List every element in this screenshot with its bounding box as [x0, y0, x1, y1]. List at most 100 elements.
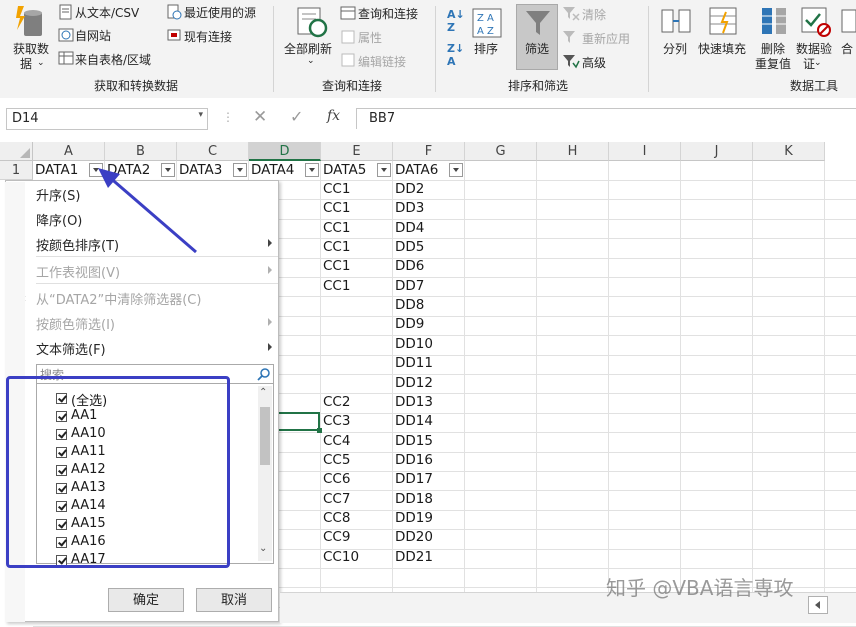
insert-function-icon[interactable]: fx	[327, 108, 340, 124]
get-data-label-2[interactable]: 据	[20, 55, 32, 72]
cell-f[interactable]: DD10	[393, 335, 433, 354]
from-text-csv-button[interactable]: 从文本/CSV	[75, 4, 139, 21]
cell-e[interactable]: CC5	[321, 451, 350, 470]
cell-e[interactable]: CC1	[321, 238, 350, 257]
flash-fill-button[interactable]: 快速填充	[698, 40, 746, 57]
cell-f[interactable]: DD8	[393, 296, 424, 315]
menu-clear-filter[interactable]: 从“DATA2”中清除筛选器(C)	[36, 289, 201, 308]
filter-dropdown-button[interactable]	[377, 163, 391, 177]
existing-connections-button[interactable]: 现有连接	[184, 28, 232, 45]
data-validation-icon[interactable]	[800, 6, 832, 38]
cell-e[interactable]: CC9	[321, 528, 350, 547]
filter-dropdown-button[interactable]	[305, 163, 319, 177]
filter-funnel-icon[interactable]	[524, 8, 552, 38]
column-header-d[interactable]: D	[249, 142, 321, 161]
cancel-button[interactable]: 取消	[196, 588, 272, 612]
remove-duplicates-icon[interactable]	[758, 6, 790, 38]
scroll-up-icon[interactable]: ⌃	[259, 387, 267, 398]
cell-f[interactable]: DD3	[393, 199, 424, 218]
cell-f[interactable]: DD19	[393, 509, 433, 528]
cell-f[interactable]: DD20	[393, 528, 433, 547]
cell-e[interactable]: CC1	[321, 277, 350, 296]
cell-f[interactable]: DD16	[393, 451, 433, 470]
cell-e[interactable]: CC6	[321, 470, 350, 489]
refresh-all-button[interactable]: 全部刷新	[284, 40, 332, 57]
header-cell-1[interactable]: DATA1	[33, 161, 78, 180]
name-box-dropdown-icon[interactable]: ▾	[198, 110, 203, 120]
cell-f[interactable]: DD13	[393, 393, 433, 412]
cell-e[interactable]: CC1	[321, 199, 350, 218]
consolidate-icon[interactable]	[840, 6, 856, 38]
text-to-columns-button[interactable]: 分列	[663, 40, 687, 57]
scroll-down-icon[interactable]: ⌄	[259, 543, 267, 554]
cell-f[interactable]: DD7	[393, 277, 424, 296]
cell-f[interactable]: DD14	[393, 412, 433, 431]
cancel-icon[interactable]: ✕	[253, 107, 267, 127]
menu-sheet-view[interactable]: 工作表视图(V)	[36, 262, 120, 281]
cell-f[interactable]: DD21	[393, 548, 433, 567]
column-header-c[interactable]: C	[177, 142, 249, 161]
queries-connections-button[interactable]: 查询和连接	[358, 5, 418, 22]
sort-button[interactable]: 排序	[474, 40, 498, 57]
header-cell-4[interactable]: DATA4	[249, 161, 294, 180]
cell-e[interactable]: CC10	[321, 548, 359, 567]
column-header-i[interactable]: I	[609, 142, 681, 161]
header-cell-5[interactable]: DATA5	[321, 161, 366, 180]
menu-sort-descending[interactable]: 降序(O)	[36, 210, 82, 229]
cell-e[interactable]: CC1	[321, 180, 350, 199]
header-cell-6[interactable]: DATA6	[393, 161, 438, 180]
advanced-button[interactable]: 高级	[582, 54, 606, 71]
cell-f[interactable]: DD17	[393, 470, 433, 489]
cell-f[interactable]: DD15	[393, 432, 433, 451]
cell-f[interactable]: DD5	[393, 238, 424, 257]
row-header-1[interactable]: 1	[0, 161, 33, 180]
active-cell[interactable]	[278, 412, 320, 431]
chevron-down-icon[interactable]: ⌄	[307, 56, 315, 66]
sort-az-icon[interactable]: A↓ Z	[447, 8, 465, 34]
clear-button[interactable]: 清除	[582, 6, 606, 23]
cell-f[interactable]: DD2	[393, 180, 424, 199]
edit-links-button[interactable]: 编辑链接	[358, 53, 406, 70]
recent-sources-button[interactable]: 最近使用的源	[184, 4, 256, 21]
flash-fill-icon[interactable]	[708, 6, 740, 38]
cell-f[interactable]: DD4	[393, 219, 424, 238]
cell-f[interactable]: DD18	[393, 490, 433, 509]
column-header-h[interactable]: H	[537, 142, 609, 161]
filter-label[interactable]: 筛选	[525, 40, 549, 57]
properties-button[interactable]: 属性	[358, 29, 382, 46]
formula-input[interactable]: BB7	[356, 108, 856, 129]
menu-text-filters[interactable]: 文本筛选(F)	[36, 339, 106, 358]
column-header-f[interactable]: F	[393, 142, 465, 161]
scroll-left-button[interactable]	[808, 596, 828, 614]
column-header-a[interactable]: A	[33, 142, 105, 161]
filter-dropdown-button[interactable]	[233, 163, 247, 177]
cell-e[interactable]: CC1	[321, 219, 350, 238]
cell-e[interactable]: CC3	[321, 412, 350, 431]
ok-button[interactable]: 确定	[108, 588, 184, 612]
column-header-e[interactable]: E	[321, 142, 393, 161]
cell-e[interactable]: CC8	[321, 509, 350, 528]
menu-filter-by-color[interactable]: 按颜色筛选(I)	[36, 314, 115, 333]
name-box[interactable]: D14 ▾	[6, 108, 208, 130]
scrollbar-thumb[interactable]	[260, 407, 270, 465]
cell-f[interactable]: DD9	[393, 315, 424, 334]
menu-sort-ascending[interactable]: 升序(S)	[36, 185, 80, 204]
search-icon[interactable]	[257, 367, 271, 381]
cell-e[interactable]: CC2	[321, 393, 350, 412]
select-all-corner[interactable]	[0, 142, 33, 161]
from-table-button[interactable]: 来自表格/区域	[75, 51, 151, 68]
remove-duplicates-label-2[interactable]: 重复值	[755, 55, 791, 72]
column-header-k[interactable]: K	[753, 142, 825, 161]
fill-handle[interactable]	[317, 428, 322, 433]
chevron-down-icon[interactable]: ⌄	[37, 58, 45, 68]
cell-e[interactable]: CC1	[321, 257, 350, 276]
sort-icon[interactable]: Z A A Z	[472, 8, 502, 38]
filter-dropdown-button[interactable]	[449, 163, 463, 177]
refresh-all-icon[interactable]	[296, 6, 330, 40]
cell-f[interactable]: DD6	[393, 257, 424, 276]
reapply-button[interactable]: 重新应用	[582, 30, 630, 47]
from-web-button[interactable]: 自网站	[75, 27, 111, 44]
enter-icon[interactable]: ✓	[290, 107, 303, 126]
cell-f[interactable]: DD11	[393, 354, 433, 373]
text-to-columns-icon[interactable]	[660, 6, 692, 38]
